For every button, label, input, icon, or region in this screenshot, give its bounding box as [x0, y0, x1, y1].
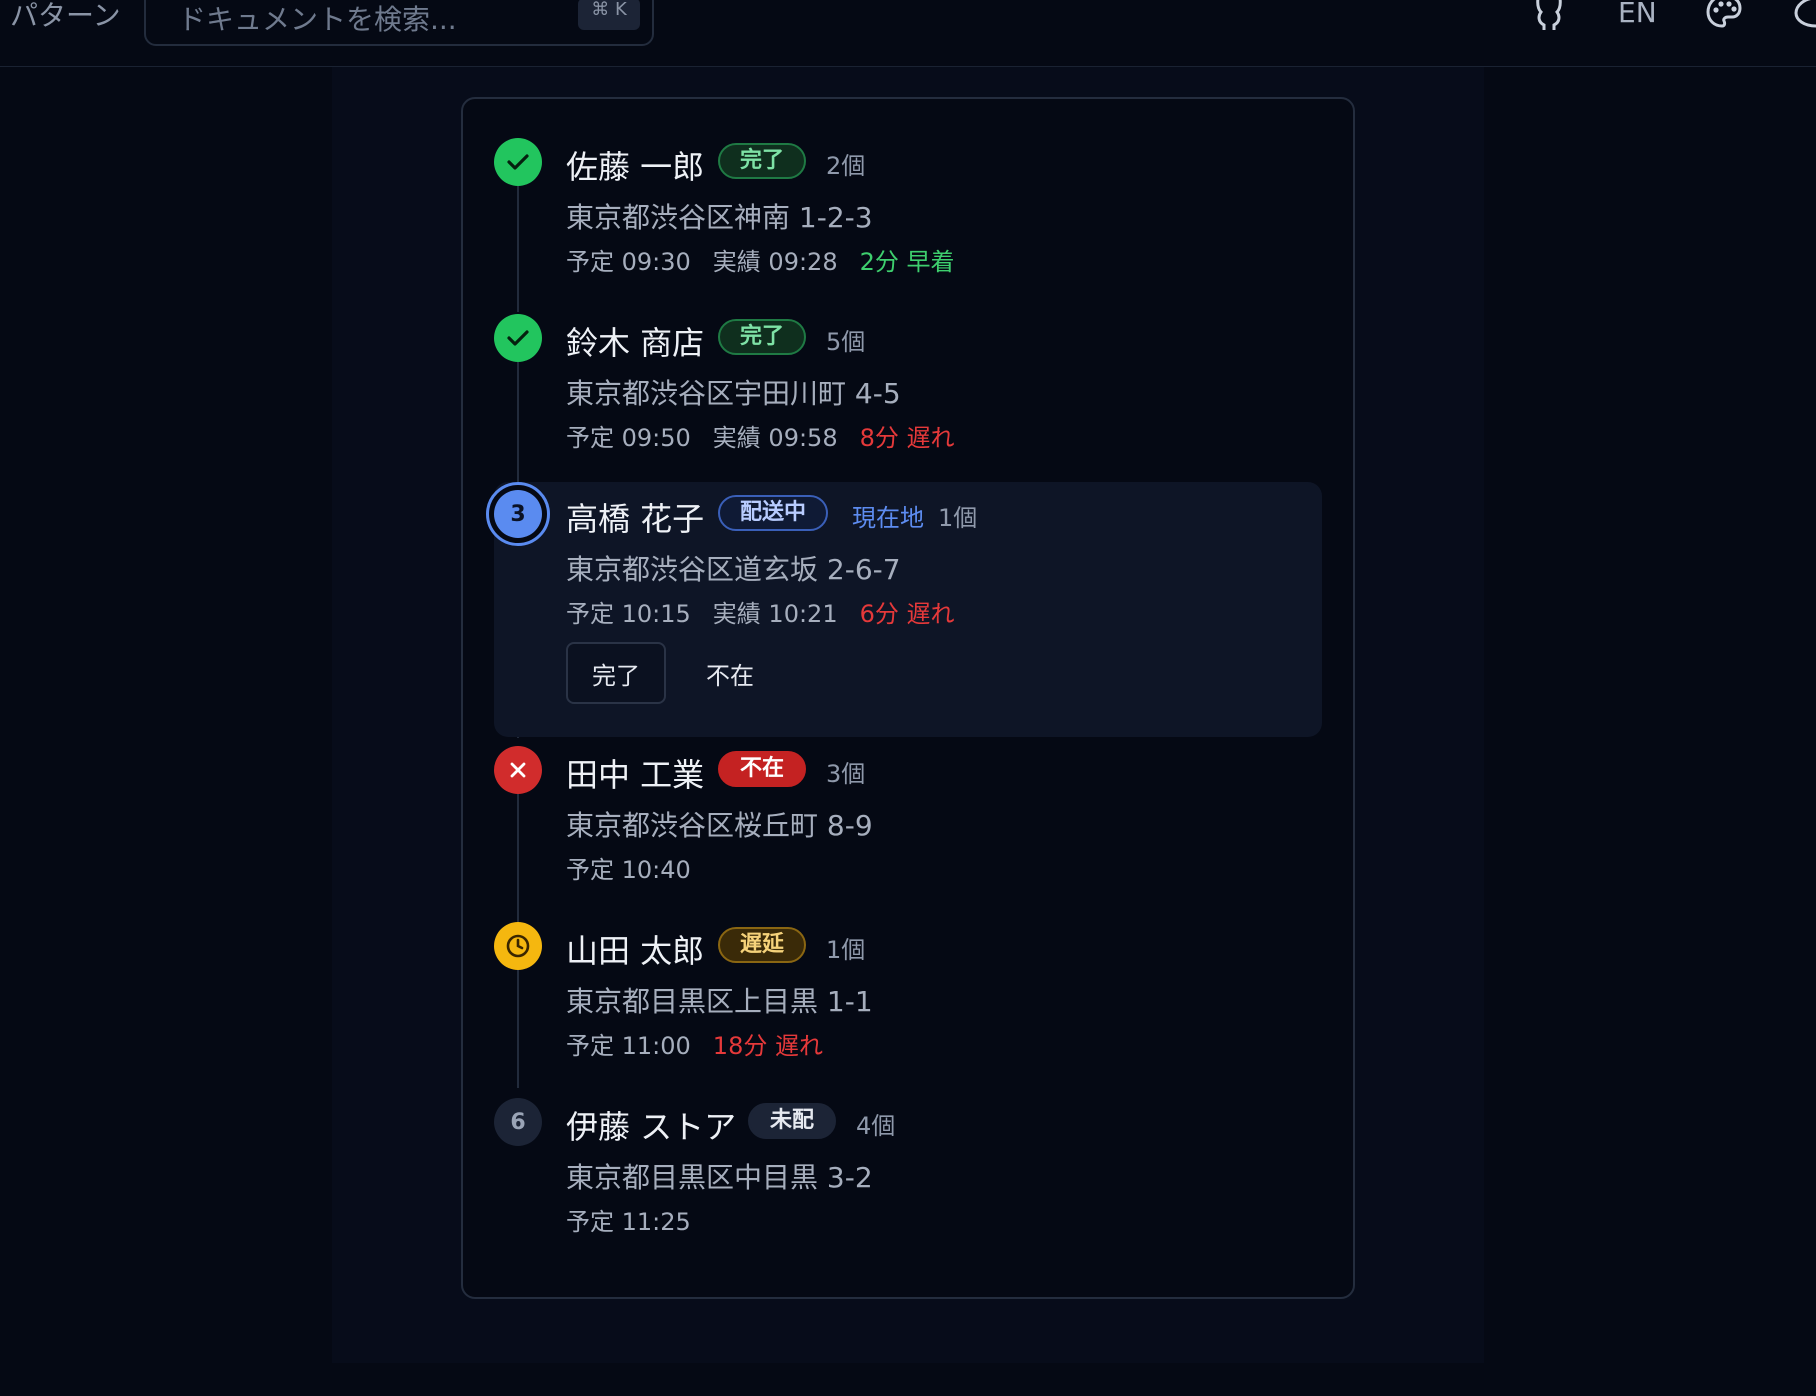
time-difference: 8分 遅れ [859, 424, 955, 452]
top-bar: パターン ドキュメントを検索... ⌘ K EN [0, 0, 1816, 67]
mark-absent-button[interactable]: 不在 [690, 642, 770, 704]
stop-name: 佐藤 一郎 [566, 148, 705, 186]
stop-address: 東京都渋谷区神南 1-2-3 [566, 201, 873, 234]
item-count: 3個 [826, 760, 866, 788]
time-difference: 18分 遅れ [712, 1032, 823, 1060]
planned-time: 予定 09:50 [566, 424, 691, 452]
item-count: 5個 [826, 328, 866, 356]
current-location-label: 現在地 [852, 504, 924, 532]
status-badge: 未配 [748, 1103, 837, 1139]
stop-times: 予定 09:50 実績 09:58 8分 遅れ [566, 418, 977, 453]
stop-name: 山田 太郎 [566, 932, 705, 970]
timeline-connector [517, 186, 519, 312]
stop-address: 東京都目黒区上目黒 1-1 [566, 985, 873, 1018]
actual-time: 実績 09:28 [712, 248, 838, 276]
stop-address: 東京都渋谷区宇田川町 4-5 [566, 377, 901, 410]
item-count: 1個 [938, 504, 978, 532]
nav-link-patterns[interactable]: パターン [10, 0, 121, 34]
moon-icon[interactable] [1790, 0, 1816, 34]
planned-time: 予定 11:25 [566, 1208, 691, 1236]
status-badge: 配送中 [718, 495, 829, 531]
stop-name: 鈴木 商店 [566, 324, 705, 362]
status-badge: 完了 [718, 143, 807, 179]
timeline-connector [517, 968, 519, 1088]
time-difference: 2分 早着 [859, 248, 955, 276]
actual-time: 実績 09:58 [712, 424, 838, 452]
stop-times: 予定 10:15 実績 10:21 6分 遅れ [566, 594, 977, 629]
stop-times: 予定 11:00 18分 遅れ [566, 1026, 845, 1061]
status-badge: 不在 [718, 751, 807, 787]
status-badge: 完了 [718, 319, 807, 355]
search-placeholder: ドキュメントを検索... [178, 3, 457, 36]
clock-icon [494, 922, 542, 970]
timeline-connector [517, 362, 519, 482]
check-icon [494, 138, 542, 186]
stop-times: 予定 11:25 [566, 1202, 713, 1237]
stop-address: 東京都渋谷区道玄坂 2-6-7 [566, 553, 901, 586]
stop-name: 高橋 花子 [566, 500, 705, 538]
search-input[interactable]: ドキュメントを検索... ⌘ K [144, 0, 654, 46]
planned-time: 予定 10:40 [566, 856, 691, 884]
stop-times: 予定 10:40 [566, 850, 713, 885]
item-count: 4個 [856, 1112, 896, 1140]
github-icon[interactable] [1532, 0, 1566, 34]
planned-time: 予定 11:00 [566, 1032, 691, 1060]
check-icon [494, 314, 542, 362]
actual-time: 実績 10:21 [712, 600, 838, 628]
search-shortcut: ⌘ K [578, 0, 640, 30]
mark-complete-button[interactable]: 完了 [566, 642, 666, 704]
stop-name: 伊藤 ストア [566, 1108, 737, 1146]
stop-times: 予定 09:30 実績 09:28 2分 早着 [566, 242, 977, 277]
status-badge: 遅延 [718, 927, 807, 963]
palette-icon[interactable] [1706, 0, 1742, 34]
stop-address: 東京都目黒区中目黒 3-2 [566, 1161, 873, 1194]
item-count: 1個 [826, 936, 866, 964]
planned-time: 予定 09:30 [566, 248, 691, 276]
stop-number: 3 [494, 490, 542, 538]
stop-name: 田中 工業 [566, 756, 705, 794]
language-toggle[interactable]: EN [1618, 0, 1657, 29]
stop-address: 東京都渋谷区桜丘町 8-9 [566, 809, 873, 842]
item-count: 2個 [826, 152, 866, 180]
planned-time: 予定 10:15 [566, 600, 691, 628]
time-difference: 6分 遅れ [859, 600, 955, 628]
x-icon [494, 746, 542, 794]
stop-number: 6 [494, 1098, 542, 1146]
current-stop-marker: 3 [486, 482, 550, 546]
